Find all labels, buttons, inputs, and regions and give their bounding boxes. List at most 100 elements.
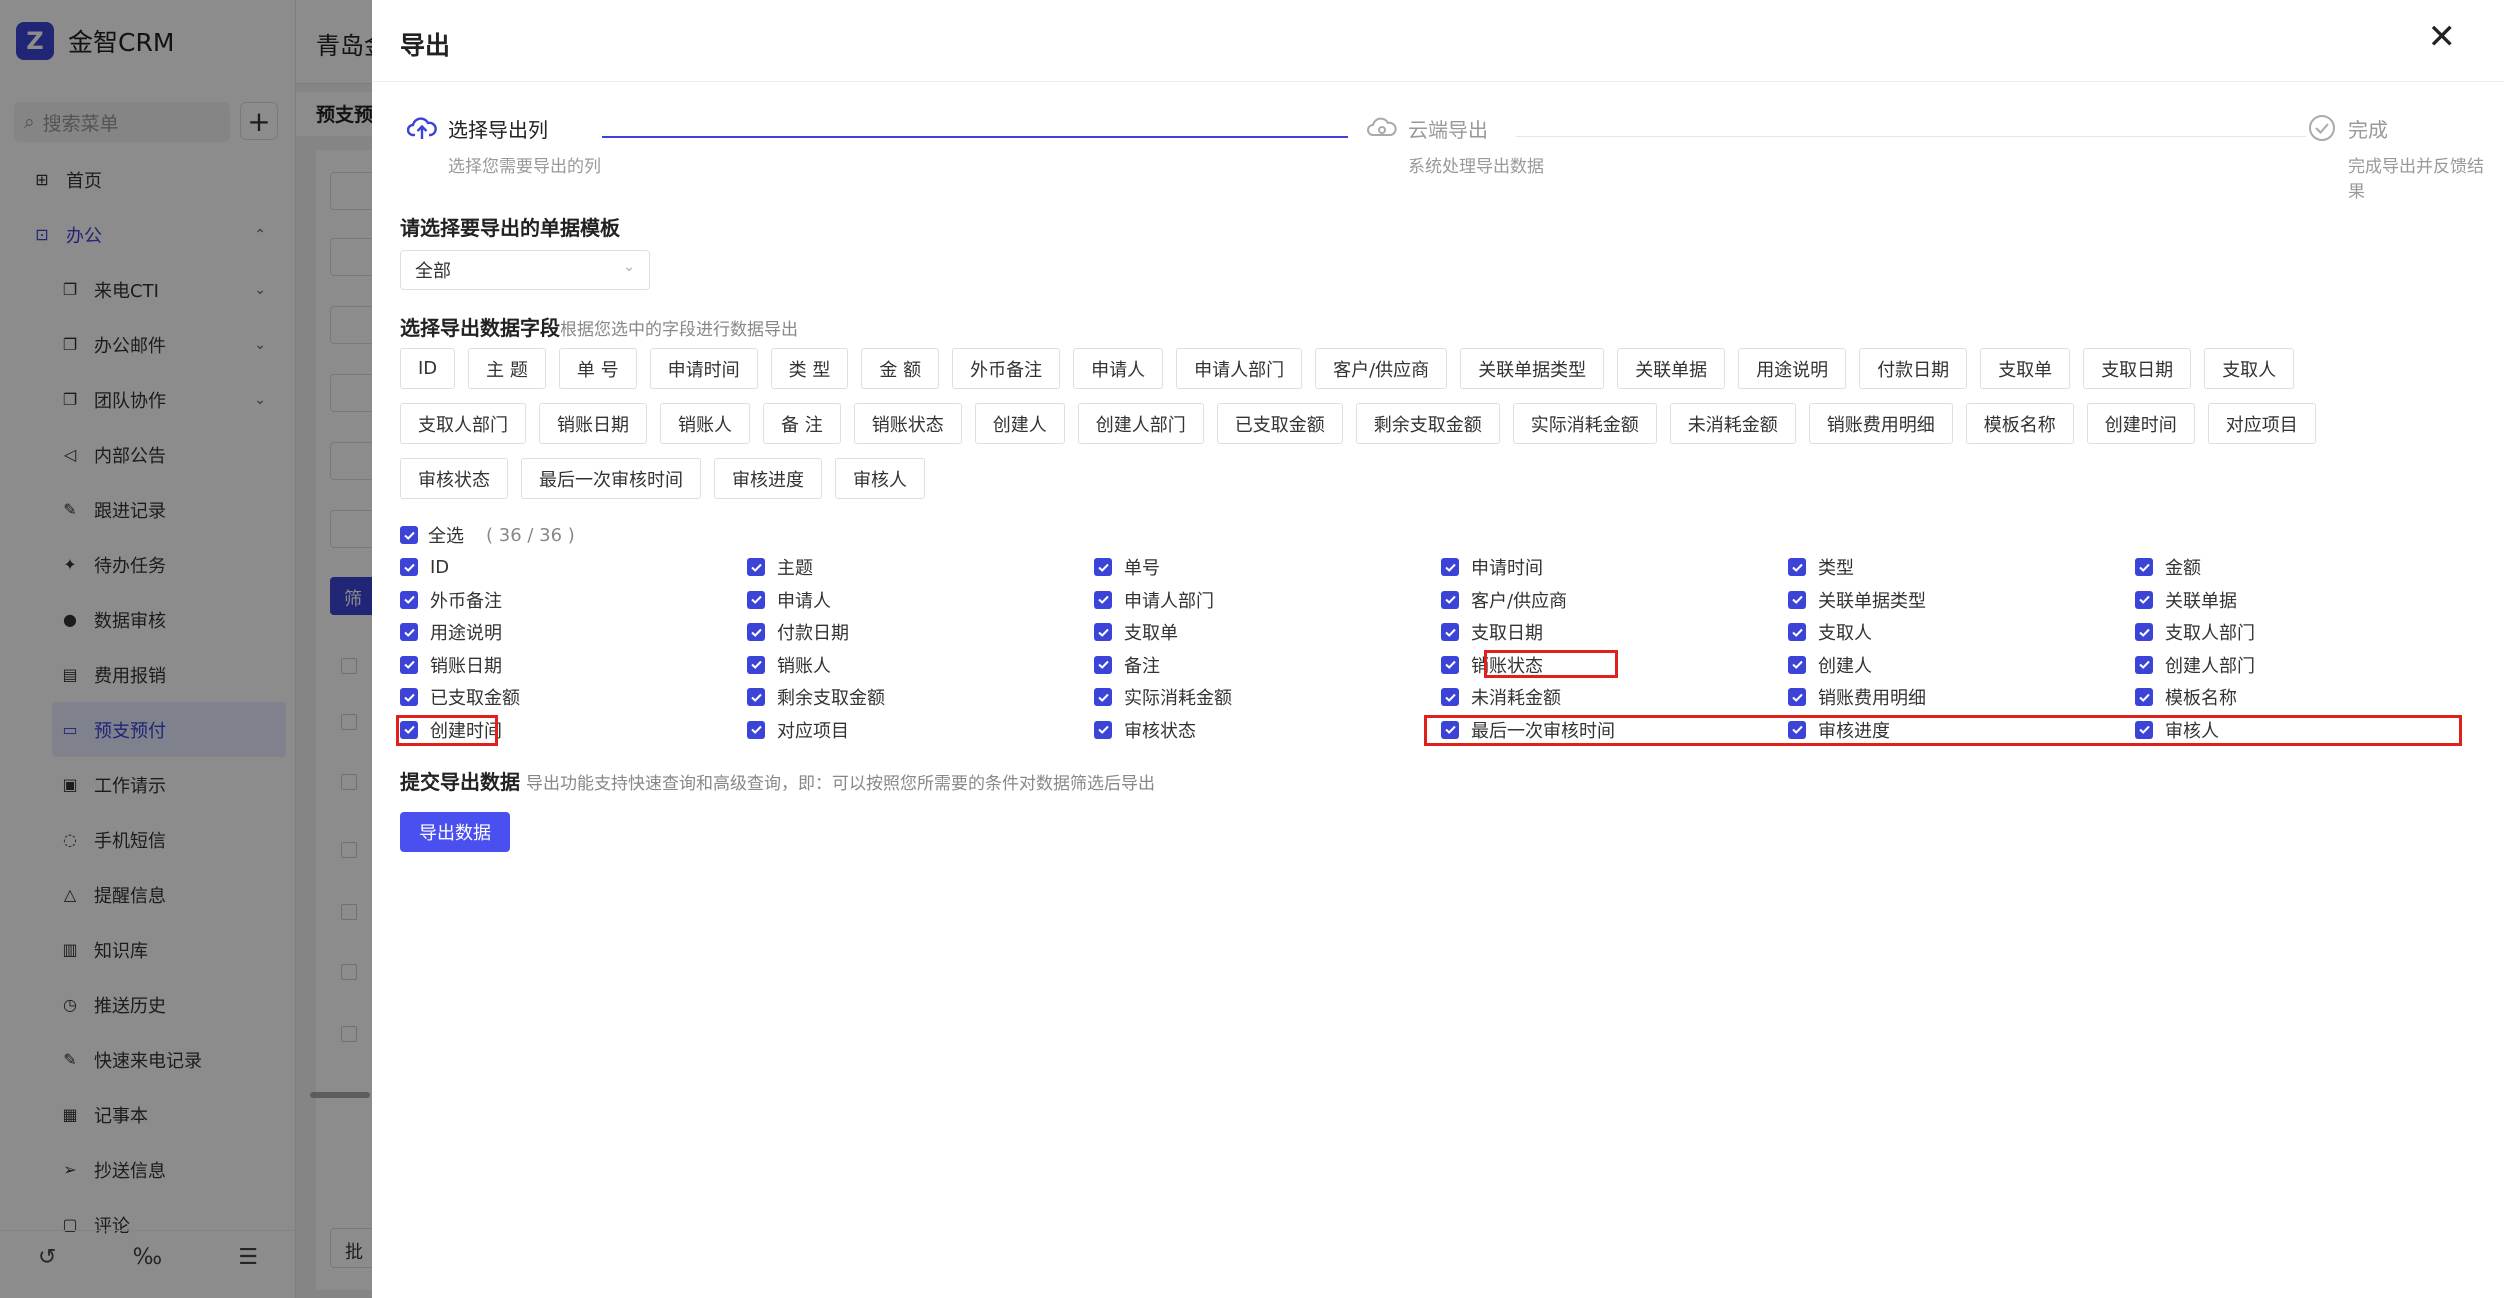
field-tag[interactable]: 销账日期 <box>539 403 647 444</box>
field-tag[interactable]: 销账人 <box>660 403 750 444</box>
field-tag[interactable]: 审核状态 <box>400 458 508 499</box>
field-tag[interactable]: 支取人 <box>2204 348 2295 389</box>
column-checkbox[interactable]: 支取日期 <box>1441 619 1543 645</box>
checkbox-checked-icon <box>1094 688 1112 706</box>
column-checkbox[interactable]: 申请人部门 <box>1094 587 1214 613</box>
field-tag[interactable]: 对应项目 <box>2207 403 2316 444</box>
step-connector-active <box>602 136 1348 138</box>
field-tag[interactable]: 关联单据类型 <box>1460 348 1605 389</box>
field-tag[interactable]: 类 型 <box>770 348 849 389</box>
column-checkbox[interactable]: 剩余支取金额 <box>747 684 885 710</box>
column-checkbox[interactable]: 销账人 <box>747 652 831 678</box>
close-icon[interactable]: ✕ <box>2428 20 2457 54</box>
select-all-checkbox[interactable]: 全选 ( 36 / 36 ) <box>400 522 575 548</box>
checkbox-checked-icon <box>1441 623 1459 641</box>
checkbox-checked-icon <box>747 590 765 609</box>
column-checkbox-label: 备注 <box>1124 655 1160 677</box>
column-checkbox[interactable]: 模板名称 <box>2135 684 2237 710</box>
column-checkbox[interactable]: 支取人 <box>1788 619 1872 645</box>
field-tag[interactable]: 剩余支取金额 <box>1355 403 1500 444</box>
checkbox-checked-icon <box>1788 655 1806 674</box>
column-checkbox[interactable]: 审核状态 <box>1094 717 1196 743</box>
field-tag[interactable]: ID <box>400 348 456 389</box>
field-tag[interactable]: 销账状态 <box>853 403 962 444</box>
column-checkbox[interactable]: 已支取金额 <box>400 684 520 710</box>
field-tag[interactable]: 客户/供应商 <box>1315 348 1448 389</box>
column-checkbox-label: 审核状态 <box>1124 720 1196 742</box>
step-desc: 系统处理导出数据 <box>1408 157 1544 177</box>
column-checkbox[interactable]: 申请人 <box>747 587 831 613</box>
column-checkbox[interactable]: 用途说明 <box>400 619 502 645</box>
field-tag[interactable]: 销账费用明细 <box>1808 403 1953 444</box>
checkbox-checked-icon <box>1788 688 1806 706</box>
field-tag[interactable]: 用途说明 <box>1738 348 1847 389</box>
checkbox-row: 已支取金额 剩余支取金额 实际消耗金额 未消耗金额 销账费用明细 模板名称 <box>400 684 2480 717</box>
field-tag[interactable]: 付款日期 <box>1859 348 1968 389</box>
column-checkbox[interactable]: 销账日期 <box>400 652 502 678</box>
field-tag[interactable]: 最后一次审核时间 <box>521 458 701 499</box>
column-checkbox[interactable]: 关联单据 <box>2135 587 2237 613</box>
column-checkbox[interactable]: 关联单据类型 <box>1788 587 1926 613</box>
column-checkbox[interactable]: 对应项目 <box>747 717 849 743</box>
column-checkbox[interactable]: 类型 <box>1788 554 1854 580</box>
column-checkbox[interactable]: 未消耗金额 <box>1441 684 1561 710</box>
checkbox-checked-icon <box>747 688 765 706</box>
field-tag[interactable]: 申请时间 <box>649 348 758 389</box>
column-checkbox-label: 销账费用明细 <box>1818 688 1926 709</box>
field-tag[interactable]: 金 额 <box>861 348 940 389</box>
column-checkbox[interactable]: 金额 <box>2135 554 2201 580</box>
field-tag[interactable]: 实际消耗金额 <box>1512 403 1657 444</box>
field-tag[interactable]: 审核人 <box>835 458 925 499</box>
field-tag[interactable]: 关联单据 <box>1617 348 1726 389</box>
field-tag[interactable]: 主 题 <box>468 348 546 389</box>
field-tag[interactable]: 模板名称 <box>1965 403 2074 444</box>
field-tag[interactable]: 申请人部门 <box>1176 348 1303 389</box>
field-tag[interactable]: 支取单 <box>1980 348 2071 389</box>
column-checkbox[interactable]: 支取人部门 <box>2135 619 2255 645</box>
check-circle-icon <box>2306 112 2338 144</box>
tag-row: ID 主 题单 号申请时间类 型金 额外币备注 申请人 申请人部门 客户/供应商 关联单据… <box>400 348 2400 389</box>
checkbox-checked-icon <box>1094 655 1112 674</box>
column-checkbox[interactable]: 销账费用明细 <box>1788 684 1926 710</box>
field-tag[interactable]: 单 号 <box>558 348 637 389</box>
field-tag[interactable]: 创建人部门 <box>1077 403 1204 444</box>
column-checkbox[interactable]: 实际消耗金额 <box>1094 684 1232 710</box>
column-checkbox[interactable]: 付款日期 <box>747 619 849 645</box>
field-tag[interactable]: 未消耗金额 <box>1669 403 1796 444</box>
checkbox-checked-icon <box>747 655 765 674</box>
field-tag[interactable]: 审核进度 <box>714 458 822 499</box>
column-checkbox-label: 已支取金额 <box>430 688 520 709</box>
column-checkbox[interactable]: 创建人部门 <box>2135 652 2255 678</box>
column-checkbox[interactable]: 客户/供应商 <box>1441 587 1567 613</box>
column-checkbox[interactable]: ID <box>400 554 449 580</box>
field-tag[interactable]: 已支取金额 <box>1216 403 1343 444</box>
field-tag[interactable]: 申请人 <box>1073 348 1164 389</box>
column-checkbox-label: 关联单据 <box>2165 590 2237 612</box>
checkbox-checked-icon <box>1788 623 1806 641</box>
column-checkbox-label: 实际消耗金额 <box>1124 688 1232 709</box>
fields-label: 选择导出数据字段根据您选中的字段进行数据导出 <box>400 312 798 341</box>
column-checkbox[interactable]: 申请时间 <box>1441 554 1543 580</box>
field-tag[interactable]: 创建人 <box>974 403 1065 444</box>
template-select[interactable]: 全部 ⌄ <box>400 250 650 290</box>
column-checkbox[interactable]: 备注 <box>1094 652 1160 678</box>
field-tag[interactable]: 支取日期 <box>2083 348 2192 389</box>
field-tag[interactable]: 创建时间 <box>2086 403 2195 444</box>
field-tag[interactable]: 外币备注 <box>952 348 1061 389</box>
checkbox-checked-icon <box>1441 558 1459 576</box>
column-checkbox[interactable]: 支取单 <box>1094 619 1178 645</box>
field-tag[interactable]: 备 注 <box>763 403 841 444</box>
export-data-button[interactable]: 导出数据 <box>400 812 510 852</box>
checkbox-checked-icon <box>400 558 418 576</box>
column-checkbox[interactable]: 外币备注 <box>400 587 502 613</box>
column-checkbox-label: 支取人 <box>1818 623 1872 644</box>
field-tag[interactable]: 支取人部门 <box>400 403 526 444</box>
column-checkbox[interactable]: 主题 <box>747 554 813 580</box>
column-checkbox[interactable]: 单号 <box>1094 554 1160 580</box>
checkbox-checked-icon <box>1441 688 1459 706</box>
column-checkbox[interactable]: 创建人 <box>1788 652 1872 678</box>
checkbox-checked-icon <box>400 688 418 706</box>
column-checkbox-label: 创建人部门 <box>2165 655 2255 677</box>
checkbox-checked-icon <box>747 558 765 576</box>
column-checkbox-label: 创建人 <box>1818 655 1872 677</box>
